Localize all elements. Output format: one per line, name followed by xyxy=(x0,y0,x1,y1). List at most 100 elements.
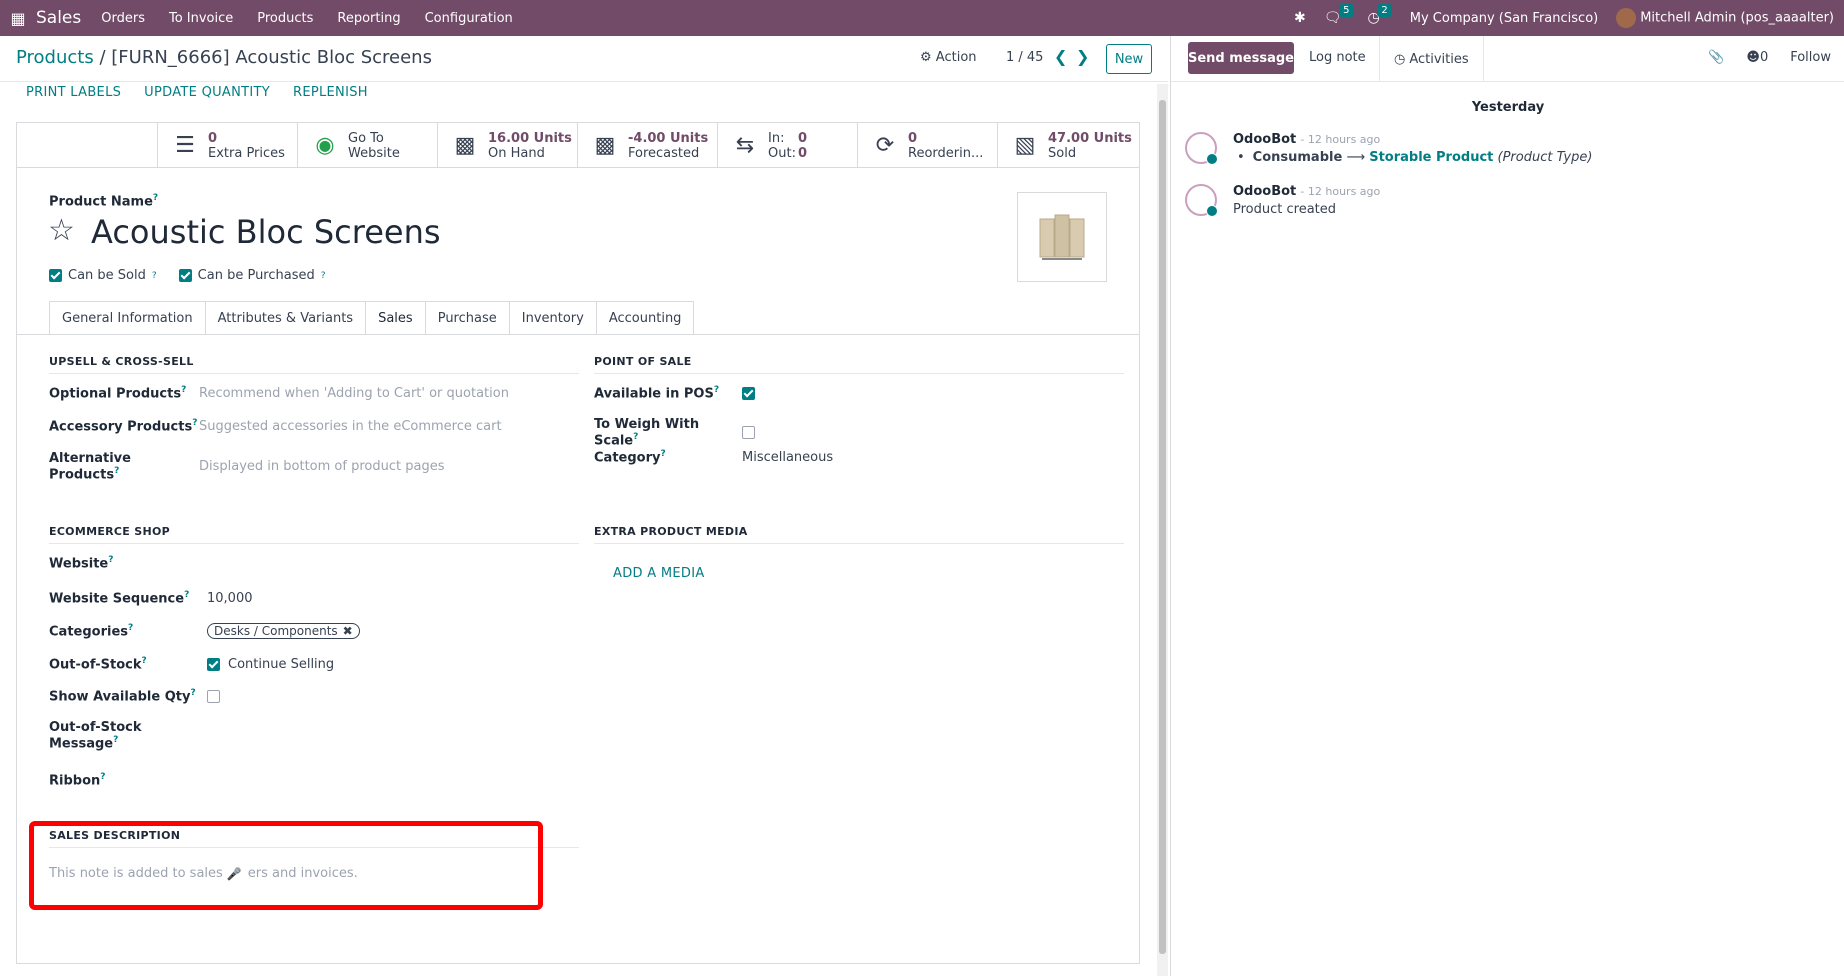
help-icon[interactable]: ? xyxy=(153,193,158,203)
product-name-field[interactable]: Acoustic Bloc Screens xyxy=(91,213,441,251)
help-icon[interactable]: ? xyxy=(190,688,195,698)
follow-button[interactable]: Follow xyxy=(1790,50,1831,65)
form-scrollbar[interactable] xyxy=(1157,84,1168,976)
update-quantity-button[interactable]: UPDATE QUANTITY xyxy=(144,85,270,100)
reordering-button[interactable]: ⟳ 0 Reorderin... xyxy=(857,123,997,168)
help-icon[interactable]: ? xyxy=(114,466,119,476)
pager-previous-icon[interactable]: ❮ xyxy=(1054,47,1067,66)
tab-attributes-variants[interactable]: Attributes & Variants xyxy=(204,301,366,335)
go-to-website-button[interactable]: ◉ Go To Website xyxy=(297,123,437,168)
breadcrumb-products-link[interactable]: Products xyxy=(16,47,94,68)
tab-inventory[interactable]: Inventory xyxy=(508,301,596,335)
messages-badge: 5 xyxy=(1339,4,1354,17)
tab-purchase[interactable]: Purchase xyxy=(424,301,509,335)
available-in-pos-row: Available in POS? xyxy=(594,385,755,401)
in-out-button[interactable]: ⇆ In: 0 Out: 0 xyxy=(717,123,857,168)
send-message-button[interactable]: Send message xyxy=(1188,42,1294,74)
help-icon[interactable]: ? xyxy=(108,555,113,565)
scrollbar-thumb[interactable] xyxy=(1159,100,1166,954)
action-label: Action xyxy=(935,50,977,65)
show-available-qty-row: Show Available Qty? xyxy=(49,688,220,704)
ribbon-label: Ribbon xyxy=(49,773,101,789)
followers-button[interactable]: ☻0 xyxy=(1746,50,1768,65)
to-weigh-checkbox[interactable] xyxy=(742,426,755,440)
show-available-qty-checkbox[interactable] xyxy=(207,689,220,703)
tab-sales[interactable]: Sales xyxy=(365,301,425,335)
apps-menu-icon[interactable]: ▦ xyxy=(0,0,36,36)
app-name[interactable]: Sales xyxy=(36,8,81,28)
add-media-button[interactable]: ADD A MEDIA xyxy=(613,566,705,581)
help-icon[interactable]: ? xyxy=(184,590,189,600)
on-hand-button[interactable]: ▩ 16.00 Units On Hand xyxy=(437,123,577,168)
can-be-sold-checkbox[interactable] xyxy=(49,269,62,282)
signal-bars-icon: ▧ xyxy=(1014,133,1036,158)
optional-products-input[interactable]: Recommend when 'Adding to Cart' or quota… xyxy=(199,386,509,401)
help-icon[interactable]: ? xyxy=(113,735,118,745)
alternative-products-input[interactable]: Displayed in bottom of product pages xyxy=(199,459,444,474)
favorite-star-icon[interactable]: ☆ xyxy=(48,213,75,248)
extra-prices-button[interactable]: ☰ 0 Extra Prices xyxy=(157,123,297,168)
help-icon[interactable]: ? xyxy=(321,271,326,281)
log-note-button[interactable]: Log note xyxy=(1309,50,1366,65)
forecasted-button[interactable]: ▩ -4.00 Units Forecasted xyxy=(577,123,717,168)
help-icon[interactable]: ? xyxy=(714,385,719,395)
activities-button[interactable]: ◷ Activities xyxy=(1379,36,1484,82)
accessory-products-input[interactable]: Suggested accessories in the eCommerce c… xyxy=(199,419,502,434)
replenish-button[interactable]: REPLENISH xyxy=(293,85,368,100)
menu-reporting[interactable]: Reporting xyxy=(337,11,400,26)
message-author[interactable]: OdooBot xyxy=(1233,184,1296,199)
list-icon: ☰ xyxy=(175,133,195,158)
on-hand-label: On Hand xyxy=(488,145,545,161)
ribbon-row: Ribbon? xyxy=(49,772,507,788)
paperclip-icon[interactable]: 📎 xyxy=(1708,50,1724,65)
breadcrumb: Products / [FURN_6666] Acoustic Bloc Scr… xyxy=(16,47,432,68)
new-button[interactable]: New xyxy=(1106,44,1152,74)
pager-value[interactable]: 1 / 45 xyxy=(1006,50,1043,65)
website-row: Website? xyxy=(49,555,507,571)
action-button[interactable]: ⚙ Action xyxy=(920,50,977,65)
remove-tag-icon[interactable]: ✖ xyxy=(343,624,353,638)
messages-icon[interactable]: 🗨 5 xyxy=(1324,4,1354,26)
sold-button[interactable]: ▧ 47.00 Units Sold xyxy=(997,123,1137,168)
message-author[interactable]: OdooBot xyxy=(1233,132,1296,147)
help-icon[interactable]: ? xyxy=(192,418,197,428)
category-tag[interactable]: Desks / Components ✖ xyxy=(207,623,360,640)
pos-category-field[interactable]: Miscellaneous xyxy=(742,450,833,465)
help-icon[interactable]: ? xyxy=(128,623,133,633)
menu-to-invoice[interactable]: To Invoice xyxy=(169,11,233,26)
can-be-purchased-checkbox[interactable] xyxy=(178,269,192,282)
activities-clock-icon[interactable]: ◷ 2 xyxy=(1368,4,1392,26)
tab-general-information[interactable]: General Information xyxy=(49,301,205,335)
accessory-products-row: Accessory Products? Suggested accessorie… xyxy=(49,418,502,434)
menu-configuration[interactable]: Configuration xyxy=(425,11,513,26)
help-icon[interactable]: ? xyxy=(660,449,665,459)
in-label: In: xyxy=(768,130,785,146)
company-switcher[interactable]: My Company (San Francisco) xyxy=(1410,11,1598,26)
highlight-annotation-box xyxy=(29,821,543,910)
help-icon[interactable]: ? xyxy=(181,385,186,395)
website-field[interactable] xyxy=(207,555,507,571)
on-hand-qty: 16.00 Units xyxy=(488,130,572,146)
help-icon[interactable]: ? xyxy=(100,772,105,782)
extra-media-section-title: EXTRA PRODUCT MEDIA xyxy=(594,525,1124,544)
debug-bug-icon[interactable]: ✱ xyxy=(1294,10,1306,26)
exchange-arrows-icon: ⇆ xyxy=(735,133,755,158)
ribbon-field[interactable] xyxy=(207,772,507,788)
menu-orders[interactable]: Orders xyxy=(101,11,145,26)
print-labels-button[interactable]: PRINT LABELS xyxy=(26,85,121,100)
help-icon[interactable]: ? xyxy=(152,271,157,281)
out-of-stock-message-field[interactable] xyxy=(207,728,507,744)
website-sequence-field[interactable]: 10,000 xyxy=(207,591,253,606)
out-of-stock-label: Out-of-Stock xyxy=(49,657,142,673)
menu-products[interactable]: Products xyxy=(257,11,313,26)
available-in-pos-checkbox[interactable] xyxy=(742,386,755,400)
product-image[interactable] xyxy=(1017,192,1107,282)
help-icon[interactable]: ? xyxy=(142,656,147,666)
pager-next-icon[interactable]: ❯ xyxy=(1076,47,1089,66)
continue-selling-checkbox[interactable] xyxy=(207,657,220,671)
optional-products-row: Optional Products? Recommend when 'Addin… xyxy=(49,385,509,401)
help-icon[interactable]: ? xyxy=(633,432,638,442)
message-time: - 12 hours ago xyxy=(1300,133,1381,146)
tab-accounting[interactable]: Accounting xyxy=(595,301,695,335)
user-menu[interactable]: Mitchell Admin (pos_aaaalter) xyxy=(1616,8,1834,28)
